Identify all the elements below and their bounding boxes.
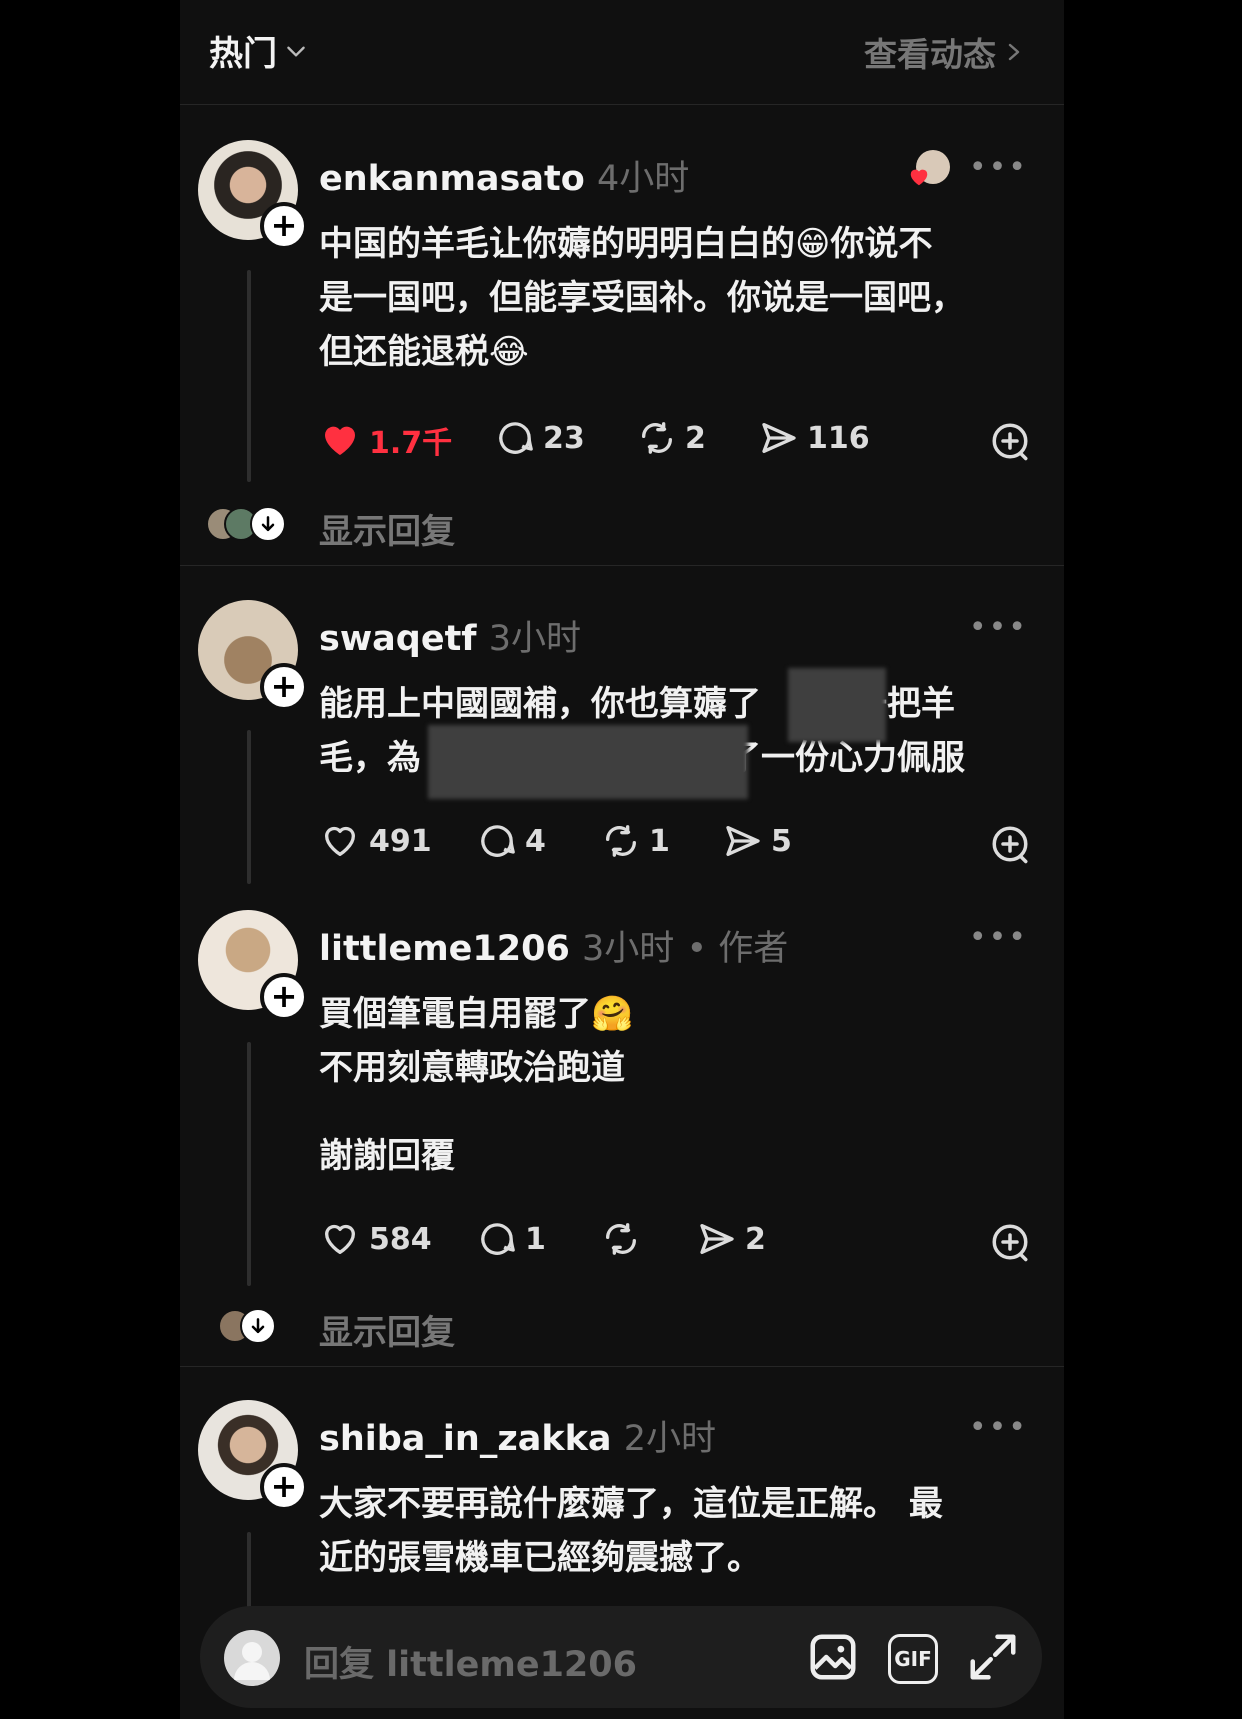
username[interactable]: shiba_in_zakka bbox=[319, 1419, 612, 1459]
repost-button[interactable]: 2 bbox=[637, 418, 706, 458]
comment-count: 23 bbox=[543, 420, 585, 456]
redaction-box bbox=[428, 725, 748, 799]
add-to-feed-button[interactable] bbox=[989, 420, 1031, 466]
add-to-feed-button[interactable] bbox=[989, 1221, 1031, 1267]
share-button[interactable]: 116 bbox=[759, 418, 870, 458]
post-header: enkanmasato 4小时 bbox=[319, 150, 689, 201]
repost-count: 1 bbox=[649, 823, 670, 859]
feed-sort-dropdown[interactable]: 热门 bbox=[209, 26, 309, 75]
arrow-down-icon bbox=[240, 1308, 276, 1344]
comment-icon bbox=[499, 422, 533, 454]
comment-icon bbox=[481, 825, 515, 857]
post-actions: 491 4 1 5 bbox=[319, 821, 1031, 871]
divider bbox=[180, 565, 1064, 566]
heart-icon bbox=[325, 826, 355, 856]
username[interactable]: swaqetf bbox=[319, 619, 477, 659]
post-time: 3小时 bbox=[582, 929, 675, 969]
share-count: 116 bbox=[807, 420, 870, 456]
repost-icon bbox=[606, 825, 636, 857]
repost-button[interactable] bbox=[601, 1219, 641, 1259]
feed-header: 热门 查看动态 bbox=[180, 0, 1064, 105]
arrow-down-icon bbox=[250, 506, 286, 542]
feed-sort-label: 热门 bbox=[209, 34, 277, 74]
follow-plus-icon[interactable]: + bbox=[260, 663, 308, 711]
like-button[interactable]: 1.7千 bbox=[319, 418, 452, 462]
thread-line bbox=[247, 1042, 251, 1286]
view-activity-label: 查看动态 bbox=[864, 35, 996, 74]
share-count: 2 bbox=[745, 1221, 766, 1257]
show-replies-link[interactable]: 显示回复 bbox=[319, 504, 455, 553]
post-header: shiba_in_zakka 2小时 bbox=[319, 1410, 716, 1461]
composer-tools: GIF bbox=[806, 1630, 1020, 1688]
add-circle-icon bbox=[992, 826, 1028, 864]
image-icon[interactable] bbox=[806, 1630, 860, 1688]
divider bbox=[180, 1366, 1064, 1367]
comment-button[interactable]: 1 bbox=[477, 1219, 546, 1259]
username[interactable]: enkanmasato bbox=[319, 159, 585, 199]
post-header: littleme1206 3小时 • 作者 bbox=[319, 920, 788, 971]
comment-button[interactable]: 4 bbox=[477, 821, 546, 861]
heart-icon bbox=[325, 1224, 355, 1254]
gif-button[interactable]: GIF bbox=[888, 1634, 938, 1684]
post-time: 3小时 bbox=[488, 619, 582, 659]
send-icon bbox=[700, 1224, 734, 1254]
chevron-down-icon bbox=[283, 38, 309, 64]
add-to-feed-button[interactable] bbox=[989, 823, 1031, 869]
user-avatar-icon bbox=[224, 1630, 280, 1686]
like-count: 491 bbox=[369, 823, 432, 859]
repost-count: 2 bbox=[685, 420, 706, 456]
comment-count: 1 bbox=[525, 1221, 546, 1257]
post-actions: 1.7千 23 2 116 bbox=[319, 418, 1031, 468]
reply-composer[interactable]: 回复 littleme1206 GIF bbox=[200, 1606, 1042, 1708]
repost-icon bbox=[642, 422, 672, 454]
follow-plus-icon[interactable]: + bbox=[260, 1463, 308, 1511]
view-activity-link[interactable]: 查看动态 bbox=[864, 28, 1024, 76]
post-time: 2小时 bbox=[623, 1419, 716, 1459]
post-time: 4小时 bbox=[596, 159, 690, 199]
post-header: swaqetf 3小时 bbox=[319, 610, 581, 661]
post-text: 買個筆電自用罷了🤗 不用刻意轉政治跑道 謝謝回覆 bbox=[319, 994, 634, 1176]
like-count: 1.7千 bbox=[369, 426, 453, 461]
redaction-box bbox=[788, 668, 886, 742]
more-options-icon[interactable]: ••• bbox=[969, 1410, 1028, 1445]
thread-line bbox=[247, 730, 251, 884]
share-button[interactable]: 2 bbox=[697, 1219, 766, 1259]
thread-line bbox=[247, 270, 251, 482]
comment-count: 4 bbox=[525, 823, 546, 859]
comment-button[interactable]: 23 bbox=[495, 418, 585, 458]
post-text: 大家不要再說什麼薅了，這位是正解。 最 近的張雪機車已經夠震撼了。 bbox=[319, 1484, 943, 1578]
like-button[interactable]: 491 bbox=[319, 821, 432, 861]
add-circle-icon bbox=[992, 423, 1028, 461]
like-button[interactable]: 584 bbox=[319, 1219, 432, 1259]
author-tag: • 作者 bbox=[686, 929, 789, 969]
thread-line bbox=[247, 1532, 251, 1612]
share-button[interactable]: 5 bbox=[723, 821, 792, 861]
more-options-icon[interactable]: ••• bbox=[969, 920, 1028, 955]
follow-plus-icon[interactable]: + bbox=[260, 973, 308, 1021]
follow-plus-icon[interactable]: + bbox=[260, 202, 308, 250]
post-text: 中国的羊毛让你薅的明明白白的😁你说不 是一国吧，但能享受国补。你说是一国吧， 但… bbox=[319, 224, 965, 372]
more-options-icon[interactable]: ••• bbox=[969, 150, 1028, 185]
repost-icon bbox=[606, 1223, 636, 1255]
heart-filled-icon bbox=[325, 426, 355, 455]
send-icon bbox=[762, 423, 796, 453]
like-count: 584 bbox=[369, 1221, 432, 1257]
threads-screen: 热门 查看动态 + enkanmasato 4小时 ••• 中国的羊毛让你薅的明… bbox=[180, 0, 1064, 1719]
username[interactable]: littleme1206 bbox=[319, 929, 570, 969]
chevron-right-icon bbox=[1004, 39, 1024, 65]
add-circle-icon bbox=[992, 1224, 1028, 1262]
repost-button[interactable]: 1 bbox=[601, 821, 670, 861]
reply-input[interactable]: 回复 littleme1206 bbox=[304, 1636, 637, 1687]
gif-label: GIF bbox=[894, 1647, 932, 1671]
expand-icon[interactable] bbox=[966, 1630, 1020, 1688]
share-count: 5 bbox=[771, 823, 792, 859]
show-replies-link[interactable]: 显示回复 bbox=[319, 1305, 455, 1354]
liked-by-author-avatar bbox=[908, 150, 950, 192]
comment-icon bbox=[481, 1223, 515, 1255]
post-actions: 584 1 2 bbox=[319, 1219, 1031, 1269]
more-options-icon[interactable]: ••• bbox=[969, 610, 1028, 645]
send-icon bbox=[726, 826, 760, 856]
heart-badge-icon bbox=[908, 166, 930, 192]
